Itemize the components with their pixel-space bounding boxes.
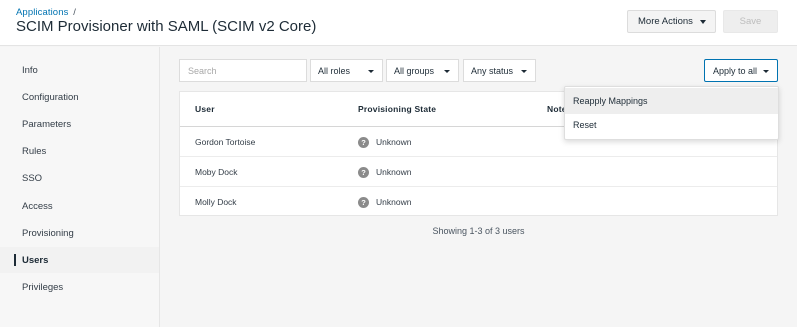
breadcrumb: Applications / — [16, 7, 76, 18]
sidebar-item-rules[interactable]: Rules — [0, 138, 159, 164]
groups-filter-dropdown[interactable]: All groups — [386, 59, 459, 82]
menu-item-reapply-mappings[interactable]: Reapply Mappings — [565, 88, 778, 114]
status-filter-label: Any status — [471, 65, 514, 76]
sidebar-item-sso[interactable]: SSO — [0, 165, 159, 191]
table-row[interactable]: Molly Dock ? Unknown — [180, 187, 777, 217]
page-header: Applications / SCIM Provisioner with SAM… — [0, 0, 797, 46]
caret-down-icon — [368, 70, 374, 73]
column-header-provisioning-state[interactable]: Provisioning State — [358, 92, 436, 126]
question-icon: ? — [358, 196, 369, 208]
question-icon: ? — [358, 166, 369, 178]
caret-down-icon — [444, 70, 450, 73]
sidebar-item-provisioning[interactable]: Provisioning — [0, 220, 159, 246]
apply-to-all-label: Apply to all — [713, 65, 758, 76]
roles-filter-label: All roles — [318, 65, 351, 76]
sidebar-item-users[interactable]: Users — [0, 247, 159, 273]
table-row[interactable]: Moby Dock ? Unknown — [180, 157, 777, 187]
apply-to-all-button[interactable]: Apply to all — [704, 59, 778, 82]
page-title: SCIM Provisioner with SAML (SCIM v2 Core… — [16, 18, 317, 35]
provisioning-state: ? Unknown — [358, 127, 411, 157]
provisioning-state: ? Unknown — [358, 187, 411, 217]
pagination-summary: Showing 1-3 of 3 users — [432, 226, 525, 236]
state-label: Unknown — [376, 137, 412, 147]
sidebar-item-parameters[interactable]: Parameters — [0, 111, 159, 137]
save-button[interactable]: Save — [723, 10, 778, 33]
breadcrumb-separator: / — [73, 7, 76, 18]
question-icon: ? — [358, 136, 369, 148]
caret-down-icon — [521, 70, 527, 73]
sidebar-item-access[interactable]: Access — [0, 193, 159, 219]
search-input[interactable] — [179, 59, 307, 82]
provisioning-state: ? Unknown — [358, 157, 411, 187]
roles-filter-dropdown[interactable]: All roles — [310, 59, 383, 82]
more-actions-label: More Actions — [638, 16, 693, 27]
sidebar-item-privileges[interactable]: Privileges — [0, 274, 159, 300]
user-name[interactable]: Moby Dock — [195, 157, 238, 187]
sidebar-item-info[interactable]: Info — [0, 57, 159, 83]
user-name[interactable]: Molly Dock — [195, 187, 237, 217]
state-label: Unknown — [376, 167, 412, 177]
breadcrumb-link-applications[interactable]: Applications — [16, 7, 68, 18]
apply-to-all-menu: Reapply Mappings Reset — [564, 86, 779, 140]
state-label: Unknown — [376, 197, 412, 207]
status-filter-dropdown[interactable]: Any status — [463, 59, 536, 82]
more-actions-button[interactable]: More Actions — [627, 10, 716, 33]
caret-down-icon — [700, 20, 706, 24]
sidebar-item-configuration[interactable]: Configuration — [0, 84, 159, 110]
column-header-user[interactable]: User — [195, 92, 215, 126]
sidebar: Info Configuration Parameters Rules SSO … — [0, 47, 160, 327]
groups-filter-label: All groups — [394, 65, 435, 76]
caret-down-icon — [763, 70, 769, 73]
menu-item-reset[interactable]: Reset — [565, 112, 778, 138]
user-name[interactable]: Gordon Tortoise — [195, 127, 255, 157]
